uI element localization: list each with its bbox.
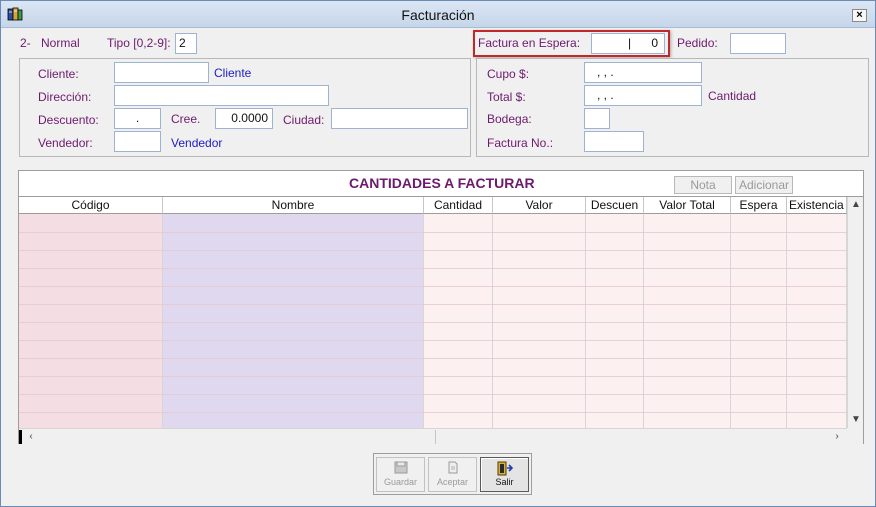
- grid-title-bar: CANTIDADES A FACTURAR Nota Adicionar: [19, 171, 863, 197]
- grid-row-separator: [19, 286, 847, 287]
- header-valor[interactable]: Valor: [493, 197, 586, 214]
- total-label: Total $:: [487, 90, 526, 104]
- direccion-label: Dirección:: [38, 90, 92, 104]
- scroll-up-icon[interactable]: ▲: [848, 197, 864, 213]
- espera-value: 0: [651, 36, 658, 50]
- column-existencia[interactable]: [787, 214, 847, 428]
- header-nombre[interactable]: Nombre: [163, 197, 424, 214]
- cliente-label: Cliente:: [38, 67, 79, 81]
- text-cursor: |: [628, 36, 632, 50]
- mode-label: Normal: [41, 36, 80, 50]
- guardar-label: Guardar: [383, 477, 418, 487]
- scroll-left-icon[interactable]: ‹: [23, 429, 39, 445]
- column-espera[interactable]: [731, 214, 787, 428]
- title-bar: Facturación ×: [1, 1, 875, 28]
- total-input[interactable]: , , .: [584, 85, 702, 106]
- pedido-label: Pedido:: [677, 36, 718, 50]
- cree-input[interactable]: 0.0000: [215, 108, 273, 129]
- cree-label: Cree.: [171, 112, 201, 126]
- grid-row-separator: [19, 358, 847, 359]
- cupo-label: Cupo $:: [487, 67, 530, 81]
- cliente-name: Cliente: [214, 66, 252, 80]
- aceptar-label: Aceptar: [436, 477, 469, 487]
- column-nombre[interactable]: [163, 214, 424, 428]
- nota-button[interactable]: Nota: [674, 176, 732, 194]
- grid-caption: CANTIDADES A FACTURAR: [349, 175, 535, 191]
- header-existencia[interactable]: Existencia: [787, 197, 847, 214]
- vendedor-input[interactable]: [114, 131, 161, 152]
- horizontal-scrollbar[interactable]: ‹ ›: [19, 428, 847, 444]
- descuento-label: Descuento:: [38, 113, 99, 127]
- grid-row-separator: [19, 232, 847, 233]
- floppy-disk-icon: [377, 461, 424, 477]
- descuento-input[interactable]: .: [114, 108, 161, 129]
- grid-row-separator: [19, 250, 847, 251]
- header-cantidad[interactable]: Cantidad: [424, 197, 493, 214]
- scroll-down-icon[interactable]: ▼: [848, 412, 864, 428]
- direccion-input[interactable]: [114, 85, 329, 106]
- espera-label: Factura en Espera:: [478, 36, 581, 50]
- grid-row-separator: [19, 394, 847, 395]
- close-button[interactable]: ×: [852, 9, 867, 22]
- bodega-label: Bodega:: [487, 112, 532, 126]
- ciudad-input[interactable]: [331, 108, 468, 129]
- grid-row-separator: [19, 412, 847, 413]
- row-marker: [19, 430, 22, 444]
- column-valor[interactable]: [493, 214, 586, 428]
- action-bar: Guardar Aceptar Salir: [373, 453, 532, 495]
- window-title: Facturación: [401, 7, 475, 23]
- grid-row-separator: [19, 376, 847, 377]
- pedido-input[interactable]: [730, 33, 786, 54]
- grid-row-separator: [19, 268, 847, 269]
- column-cantidad[interactable]: [424, 214, 493, 428]
- items-grid: CANTIDADES A FACTURAR Nota Adicionar Cód…: [18, 170, 864, 444]
- facturacion-window: Facturación × 2- Normal Tipo [0,2-9]: 2 …: [0, 0, 876, 507]
- salir-button[interactable]: Salir: [480, 457, 529, 492]
- ciudad-label: Ciudad:: [283, 113, 325, 127]
- bodega-input[interactable]: [584, 108, 610, 129]
- cantidad-label: Cantidad: [708, 89, 757, 103]
- column-descuen[interactable]: [586, 214, 644, 428]
- salir-label: Salir: [495, 477, 514, 487]
- header-espera[interactable]: Espera: [731, 197, 787, 214]
- document-icon: [429, 461, 476, 477]
- exit-door-icon: [481, 461, 528, 477]
- column-codigo[interactable]: [19, 214, 163, 428]
- column-valor-total[interactable]: [644, 214, 731, 428]
- vendedor-label: Vendedor:: [38, 136, 93, 150]
- aceptar-button[interactable]: Aceptar: [428, 457, 477, 492]
- guardar-button[interactable]: Guardar: [376, 457, 425, 492]
- cliente-input[interactable]: [114, 62, 209, 83]
- scroll-split: [435, 430, 436, 444]
- vertical-scrollbar[interactable]: ▲ ▼: [847, 197, 863, 428]
- cupo-input[interactable]: , , .: [584, 62, 702, 83]
- factura-label: Factura No.:: [487, 136, 554, 150]
- grid-row-separator: [19, 340, 847, 341]
- mode-number: 2-: [20, 36, 31, 50]
- header-valor-total[interactable]: Valor Total: [644, 197, 731, 214]
- scroll-corner: [847, 428, 863, 444]
- header-descuen[interactable]: Descuen: [586, 197, 644, 214]
- adicionar-button[interactable]: Adicionar: [735, 176, 793, 194]
- scroll-right-icon[interactable]: ›: [829, 429, 845, 445]
- factura-input[interactable]: [584, 131, 644, 152]
- header-codigo[interactable]: Código: [19, 197, 163, 214]
- espera-input[interactable]: | 0: [591, 33, 665, 54]
- grid-row-separator: [19, 322, 847, 323]
- vendedor-name: Vendedor: [171, 136, 223, 150]
- tipo-label: Tipo [0,2-9]:: [107, 36, 171, 50]
- tipo-input[interactable]: 2: [175, 33, 197, 54]
- grid-row-separator: [19, 304, 847, 305]
